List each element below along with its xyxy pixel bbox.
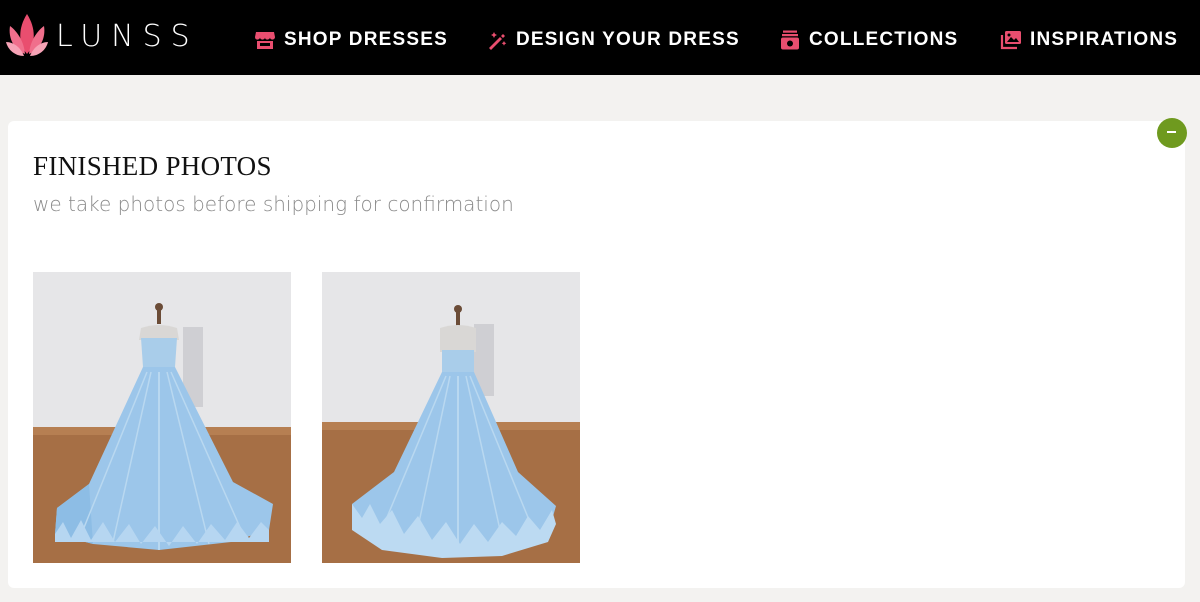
nav-label: SHOP DRESSES <box>284 29 448 50</box>
finished-photo-back[interactable] <box>322 272 580 563</box>
finished-photo-front[interactable] <box>33 272 291 563</box>
nav-item-collections[interactable]: COLLECTIONS <box>779 26 958 54</box>
dress-photo-image <box>322 272 580 563</box>
photos-icon <box>1000 31 1021 50</box>
collection-box-icon <box>781 30 799 50</box>
nav-item-inspirations[interactable]: INSPIRATIONS <box>1000 26 1178 54</box>
nav-label: COLLECTIONS <box>809 29 959 50</box>
dress-photo-image <box>33 272 291 563</box>
nav-item-shop-dresses[interactable]: SHOP DRESSES <box>254 26 448 54</box>
section-subtitle: we take photos before shipping for confi… <box>33 192 514 216</box>
section-title: FINISHED PHOTOS <box>33 151 272 181</box>
nav-label: DESIGN YOUR DRESS <box>516 29 740 50</box>
nav-item-design-your-dress[interactable]: DESIGN YOUR DRESS <box>486 26 740 54</box>
store-icon <box>255 32 275 49</box>
finished-photos-card: FINISHED PHOTOS we take photos before sh… <box>8 118 1187 588</box>
collapse-button[interactable] <box>1157 118 1187 148</box>
nav-label: INSPIRATIONS <box>1030 29 1179 50</box>
top-navigation-bar: LUNSS SHOP DRESSES DESIGN YOUR DRESS COL… <box>0 0 1200 75</box>
magic-wand-icon <box>489 32 507 50</box>
main-nav: SHOP DRESSES DESIGN YOUR DRESS COLLECTIO… <box>0 0 1200 75</box>
